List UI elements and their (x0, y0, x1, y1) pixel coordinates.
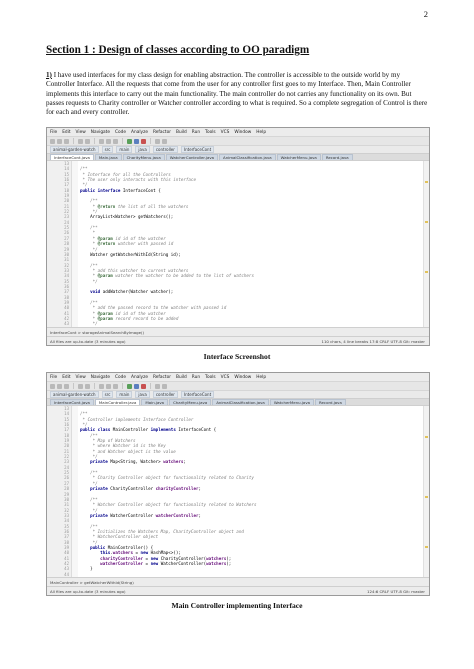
menu-item[interactable]: Code (115, 375, 126, 380)
settings-icon (155, 383, 160, 389)
paste-icon (113, 138, 118, 144)
menu-item[interactable]: Analyze (131, 130, 148, 135)
redo-icon (85, 383, 90, 389)
status-right: 110 chars, 4 line breaks 17:8 CRLF UTF-8… (321, 338, 425, 344)
copy-icon (106, 138, 111, 144)
breadcrumb-item[interactable]: animal-garden-watch (50, 146, 99, 153)
cut-icon (99, 138, 104, 144)
editor-footer-path: MainController > getWatcherWithId(String… (47, 577, 429, 586)
figure-caption-1: Interface Screenshot (203, 352, 271, 361)
ide-screenshot-interface: File Edit View Navigate Code Analyze Refactor B… (46, 127, 430, 346)
folder-icon (50, 138, 55, 144)
menu-item[interactable]: View (76, 375, 86, 380)
breadcrumb-item[interactable]: animal-garden-watch (50, 391, 99, 398)
sync-icon (64, 383, 69, 389)
menu-item[interactable]: Code (115, 130, 126, 135)
undo-icon (78, 138, 83, 144)
ide-menubar: File Edit View Navigate Code Analyze Refactor B… (47, 128, 429, 136)
breadcrumb-item[interactable]: src (101, 146, 114, 153)
ide-status-bar: All files are up-to-date (3 minutes ago)… (47, 586, 429, 595)
menu-item[interactable]: Navigate (91, 130, 110, 135)
help-icon (162, 383, 167, 389)
ide-menubar: File Edit View Navigate Code Analyze Refactor B… (47, 373, 429, 381)
breadcrumb-item[interactable]: java (135, 146, 150, 153)
menu-item[interactable]: Build (176, 375, 187, 380)
debug-icon (134, 383, 139, 389)
breadcrumb: animal-garden-watch src main java controller… (47, 390, 429, 398)
menu-item[interactable]: Build (176, 130, 187, 135)
code-text: /** * Interface for all the Controllers … (78, 161, 423, 331)
help-icon (162, 138, 167, 144)
breadcrumb: animal-garden-watch src main java controller… (47, 145, 429, 153)
menu-item[interactable]: VCS (221, 130, 230, 135)
stop-icon (141, 383, 146, 389)
ide-screenshot-main-controller: File Edit View Navigate Code Analyze Refactor B… (46, 372, 430, 596)
stop-icon (141, 138, 146, 144)
ide-toolbar (47, 381, 429, 390)
redo-icon (85, 138, 90, 144)
menu-item[interactable]: Window (234, 130, 251, 135)
menu-item[interactable]: Help (256, 375, 266, 380)
breadcrumb-item[interactable]: InterfaceCont (180, 391, 215, 398)
menu-item[interactable]: Tools (205, 375, 216, 380)
line-number-gutter: 13 14 15 16 17 18 19 20 21 22 23 24 25 26 27 28 29 30 31 32… (47, 406, 72, 595)
menu-item[interactable]: Run (192, 375, 200, 380)
ide-toolbar (47, 136, 429, 145)
breadcrumb-item[interactable]: java (135, 391, 150, 398)
settings-icon (155, 138, 160, 144)
breadcrumb-item[interactable]: src (101, 391, 114, 398)
section-heading: Section 1 : Design of classes according … (46, 44, 310, 56)
undo-icon (78, 383, 83, 389)
menu-item[interactable]: Edit (62, 130, 70, 135)
code-editor: 13 14 15 16 17 18 19 20 21 22 23 24 25 26 27 28 29 30 31 32… (47, 405, 429, 595)
menu-item[interactable]: Refactor (153, 375, 171, 380)
menu-item[interactable]: File (50, 375, 57, 380)
status-left: All files are up-to-date (3 minutes ago) (50, 338, 126, 344)
save-icon (57, 383, 62, 389)
document-page: 2 Section 1 : Design of classes accordin… (0, 0, 474, 669)
ide-status-bar: All files are up-to-date (3 minutes ago)… (47, 336, 429, 345)
breadcrumb-item[interactable]: main (116, 146, 133, 153)
status-right: 124:6 CRLF UTF-8 Git: master (367, 588, 425, 594)
paragraph-text: I have used interfaces for my class desi… (46, 71, 428, 117)
code-text: /** * Controller implements Interface Co… (78, 406, 423, 578)
debug-icon (134, 138, 139, 144)
menu-item[interactable]: VCS (221, 375, 230, 380)
editor-scrollbar (423, 161, 429, 328)
editor-footer-path: InterfaceCont > storageAnimalSearchByIma… (47, 327, 429, 336)
folder-icon (50, 383, 55, 389)
sync-icon (64, 138, 69, 144)
menu-item[interactable]: View (76, 130, 86, 135)
paste-icon (113, 383, 118, 389)
menu-item[interactable]: Edit (62, 375, 70, 380)
breadcrumb-item[interactable]: main (116, 391, 133, 398)
code-editor: 13 14 15 16 17 18 19 20 21 22 23 24 25 26 27 28 29 30 31 32… (47, 160, 429, 345)
menu-item[interactable]: File (50, 130, 57, 135)
menu-item[interactable]: Tools (205, 130, 216, 135)
status-left: All files are up-to-date (3 minutes ago) (50, 588, 126, 594)
figure-caption-2: Main Controller implementing Interface (171, 601, 303, 610)
run-icon (127, 138, 132, 144)
run-icon (127, 383, 132, 389)
save-icon (57, 138, 62, 144)
line-number-gutter: 13 14 15 16 17 18 19 20 21 22 23 24 25 26 27 28 29 30 31 32… (47, 161, 72, 345)
menu-item[interactable]: Run (192, 130, 200, 135)
menu-item[interactable]: Window (234, 375, 251, 380)
copy-icon (106, 383, 111, 389)
cut-icon (99, 383, 104, 389)
body-paragraph: 1) I have used interfaces for my class d… (46, 71, 428, 117)
editor-scrollbar (423, 406, 429, 578)
menu-item[interactable]: Analyze (131, 375, 148, 380)
menu-item[interactable]: Refactor (153, 130, 171, 135)
breadcrumb-item[interactable]: InterfaceCont (180, 146, 215, 153)
breadcrumb-item[interactable]: controller (152, 146, 178, 153)
menu-item[interactable]: Help (256, 130, 266, 135)
menu-item[interactable]: Navigate (91, 375, 110, 380)
breadcrumb-item[interactable]: controller (152, 391, 178, 398)
page-number: 2 (423, 9, 428, 19)
